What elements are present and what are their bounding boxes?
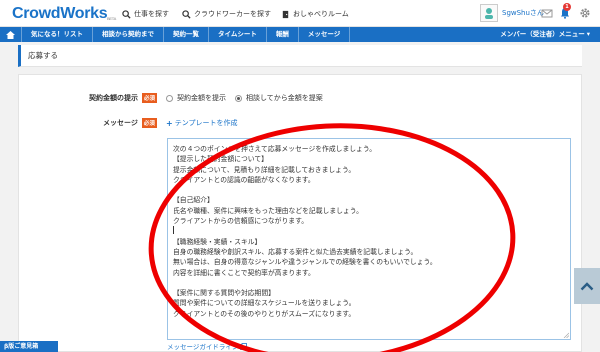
external-link-icon — [240, 342, 248, 350]
message-line: 無い場合は、自身の得意なジャンルや違うジャンルでの経験を書くのもいいでしょう。 — [173, 258, 437, 267]
plus-icon: + — [166, 118, 173, 128]
create-template-label: テンプレートを作成 — [174, 119, 238, 127]
find-workers-link[interactable]: クラウドワーカーを探す — [182, 9, 271, 19]
chat-room-label: おしゃべりルーム — [293, 10, 349, 18]
message-line — [173, 278, 565, 288]
user-name: SgwShuさん — [502, 9, 544, 17]
logo-beta: BETA — [107, 16, 116, 21]
message-guideline-label: メッセージガイドライン — [167, 343, 239, 351]
price-label: 契約金額の提示 必須 — [89, 93, 158, 103]
radio-price-consult[interactable] — [235, 94, 242, 102]
resize-handle-icon[interactable] — [563, 332, 569, 338]
message-line: 【案件に関する質問や対応期間】 — [173, 289, 275, 298]
message-line: 【職務経験・実績・スキル】 — [173, 237, 262, 246]
message-line: 次の４つのポイントを押さえて応募メッセージを作成しましょう。 — [173, 145, 377, 153]
message-line: 【自己紹介】 — [173, 196, 214, 205]
message-line — [173, 185, 565, 195]
required-badge: 必須 — [141, 118, 157, 128]
nav-watchlist[interactable]: 気になる！リスト — [22, 27, 93, 42]
message-line: 【提示した契約金額について】 — [173, 155, 268, 164]
message-line: 提示金額について、見積もり詳細を記載しておきましょう。 — [173, 165, 356, 174]
message-guideline-link[interactable]: メッセージガイドライン — [167, 341, 248, 351]
message-textarea[interactable]: 次の４つのポイントを押さえて応募メッセージを作成しましょう。 【提示した契約金額… — [167, 138, 571, 340]
find-work-label: 仕事を探す — [134, 10, 169, 18]
crowdworks-logo[interactable]: CrowdWorks BETA — [12, 5, 116, 23]
message-label-text: メッセージ — [103, 119, 138, 127]
message-line: クライアントからの信頼感につながります。 — [173, 217, 308, 226]
user-menu[interactable]: SgwShuさん — [480, 4, 544, 22]
message-line: 質問や案件についての詳細なスケジュールを送りましょう。 — [173, 299, 356, 308]
logo-text: CrowdWorks — [12, 5, 108, 22]
home-icon — [6, 30, 15, 39]
top-header: CrowdWorks BETA 仕事を探す クラウドワーカーを探す おしゃべりル… — [0, 0, 600, 27]
message-line: クライアントとのその後のやりとりがスムーズになります。 — [173, 309, 356, 318]
message-line: 内容を詳細に書くことで契約率が高まります。 — [173, 268, 315, 277]
text-caret — [173, 226, 174, 235]
chevron-down-icon: ▾ — [586, 30, 590, 38]
radio-price-fixed[interactable] — [166, 94, 173, 102]
feedback-tab[interactable]: β版ご意見箱 — [0, 341, 58, 352]
nav-rewards[interactable]: 報酬 — [267, 27, 299, 42]
search-icon — [182, 9, 191, 19]
nav-timesheet[interactable]: タイムシート — [209, 27, 267, 42]
page-title: 応募する — [18, 45, 582, 67]
message-line: クライアントとの認識の齟齬がなくなります。 — [173, 175, 315, 184]
find-work-link[interactable]: 仕事を探す — [122, 9, 169, 19]
radio-price-fixed-label[interactable]: 契約金額を提示 — [177, 93, 226, 103]
find-workers-label: クラウドワーカーを探す — [194, 10, 271, 18]
chevron-up-icon — [580, 281, 594, 290]
price-label-text: 契約金額の提示 — [89, 94, 138, 102]
radio-price-consult-label[interactable]: 相談してから金額を提案 — [246, 93, 323, 103]
nav-messages[interactable]: メッセージ — [299, 27, 351, 42]
member-menu[interactable]: メンバー（受注者）メニュー ▾ — [500, 27, 590, 42]
notification-badge: 1 — [563, 3, 571, 11]
nav-consult-to-contract[interactable]: 相談から契約まで — [93, 27, 164, 42]
door-icon — [282, 10, 289, 18]
create-template-link[interactable]: + テンプレートを作成 — [166, 118, 238, 128]
message-line: 自身の職務経験や創訳スキル、応募する案件と似た過去実績を記載しましょう。 — [173, 247, 418, 256]
nav-contracts[interactable]: 契約一覧 — [164, 27, 209, 42]
message-caret-line — [173, 226, 565, 236]
mail-icon[interactable] — [541, 7, 553, 19]
message-label: メッセージ 必須 — [103, 118, 157, 128]
scroll-to-top-button[interactable] — [574, 268, 600, 304]
member-menu-label: メンバー（受注者）メニュー — [500, 30, 585, 38]
gear-icon[interactable] — [579, 7, 591, 19]
required-badge: 必須 — [142, 93, 158, 103]
avatar — [480, 4, 498, 22]
nav-home[interactable] — [0, 27, 22, 42]
main-nav: 気になる！リスト 相談から契約まで 契約一覧 タイムシート 報酬 メッセージ メ… — [0, 27, 600, 42]
search-icon — [122, 9, 131, 19]
price-options: 契約金額を提示 相談してから金額を提案 — [166, 93, 323, 103]
message-line: 氏名や職種、案件に興味をもった理由などを記載しましょう。 — [173, 206, 363, 215]
user-avatar-icon — [485, 8, 493, 19]
chat-room-link[interactable]: おしゃべりルーム — [281, 9, 349, 19]
